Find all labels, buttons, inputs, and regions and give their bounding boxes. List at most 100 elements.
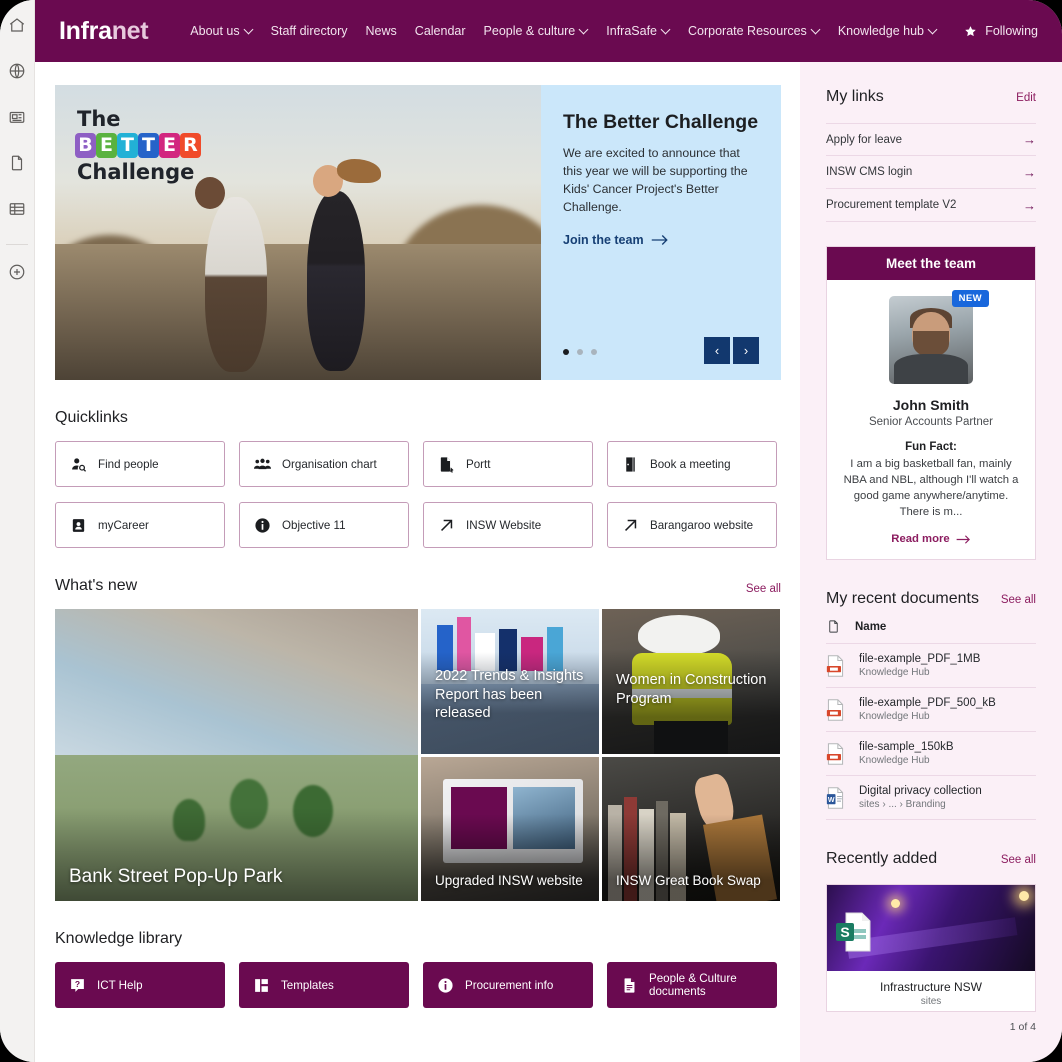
knowledge-link-procurement-info[interactable]: Procurement info <box>423 962 593 1008</box>
nav-item-news[interactable]: News <box>357 18 406 44</box>
word-file-icon: W <box>826 786 844 809</box>
quicklink-portt[interactable]: Portt <box>423 441 593 487</box>
following-label: Following <box>985 24 1038 38</box>
knowledge-link-label: ICT Help <box>97 978 143 992</box>
news-tile[interactable]: Upgraded INSW website <box>421 756 599 901</box>
globe-icon[interactable] <box>4 58 30 84</box>
document-name: file-sample_150kB <box>859 741 954 754</box>
carousel-prev-button[interactable]: ‹ <box>704 337 730 364</box>
nav-item-corporate-resources[interactable]: Corporate Resources <box>679 18 829 44</box>
nav-label: InfraSafe <box>606 24 657 38</box>
quicklink-insw-website[interactable]: INSW Website <box>423 502 593 548</box>
knowledge-link-ict-help[interactable]: ? ICT Help <box>55 962 225 1008</box>
hero-runner <box>205 197 267 372</box>
whats-new-column-2: 2022 Trends & Insights Report has been r… <box>421 609 599 901</box>
hero-runner <box>307 191 365 371</box>
better-challenge-logo: The B E T T E R Challenge <box>75 107 225 184</box>
knowledge-link-people-culture-documents[interactable]: People & Culture documents <box>607 962 777 1008</box>
external-link-icon <box>438 517 455 534</box>
my-links-edit-button[interactable]: Edit <box>1016 92 1036 104</box>
news-icon[interactable] <box>4 104 30 130</box>
knowledge-link-templates[interactable]: Templates <box>239 962 409 1008</box>
fun-fact-text: I am a big basketball fan, mainly NBA an… <box>843 458 1019 519</box>
meet-the-team-header: Meet the team <box>827 247 1035 280</box>
my-link-label: Procurement template V2 <box>826 199 957 211</box>
quicklink-book-a-meeting[interactable]: Book a meeting <box>607 441 777 487</box>
carousel-next-button[interactable]: › <box>733 337 759 364</box>
carousel-dot-2[interactable] <box>577 349 583 355</box>
news-tile-caption: 2022 Trends & Insights Report has been r… <box>435 668 584 722</box>
nav-item-people-culture[interactable]: People & culture <box>475 18 598 44</box>
whats-new-header: What's new See all <box>55 577 781 595</box>
home-icon[interactable] <box>4 12 30 38</box>
nav-label: About us <box>190 24 240 38</box>
document-row[interactable]: file-sample_150kB Knowledge Hub <box>826 732 1036 777</box>
logo-second: net <box>111 16 149 45</box>
svg-text:?: ? <box>75 978 80 988</box>
hero-image: The B E T T E R Challenge <box>55 85 541 380</box>
logo-letter: E <box>96 133 117 158</box>
site-logo[interactable]: Infranet <box>59 16 149 46</box>
nav-item-calendar[interactable]: Calendar <box>406 18 475 44</box>
document-row[interactable]: W Digital privacy collection sites › ... … <box>826 776 1036 821</box>
nav-item-staff-directory[interactable]: Staff directory <box>262 18 357 44</box>
pdf-file-icon <box>826 698 844 721</box>
quicklinks-title: Quicklinks <box>55 409 128 426</box>
logo-line-1: The <box>77 107 121 131</box>
quicklinks-header: Quicklinks <box>55 409 781 427</box>
news-tile[interactable]: 2022 Trends & Insights Report has been r… <box>421 609 599 754</box>
recent-documents-see-all[interactable]: See all <box>1001 594 1036 606</box>
recently-added-card[interactable]: S Infrastructure NSW sites <box>826 884 1036 1013</box>
document-icon[interactable] <box>4 150 30 176</box>
following-button[interactable]: Following <box>964 24 1038 38</box>
nav-item-knowledge-hub[interactable]: Knowledge hub <box>829 18 946 44</box>
news-tile-caption: Bank Street Pop-Up Park <box>69 865 283 887</box>
logo-first: Infra <box>59 16 112 45</box>
hero-panel: The Better Challenge We are excited to a… <box>541 85 781 380</box>
join-the-team-link[interactable]: Join the team <box>563 233 759 247</box>
hero-ground <box>55 244 541 380</box>
recently-added-thumbnail: S <box>827 885 1035 972</box>
nav-item-about-us[interactable]: About us <box>181 18 261 44</box>
news-tile[interactable]: Bank Street Pop-Up Park <box>55 609 418 901</box>
nav-item-infrasafe[interactable]: InfraSafe <box>597 18 679 44</box>
sharepoint-site-icon: S <box>836 912 871 952</box>
recently-added-name: Infrastructure NSW <box>879 980 983 995</box>
recently-added-pager: 1 of 4 <box>1009 1021 1036 1034</box>
news-tile[interactable]: INSW Great Book Swap <box>602 756 780 901</box>
quicklink-organisation-chart[interactable]: Organisation chart <box>239 441 409 487</box>
quicklink-label: myCareer <box>98 518 149 532</box>
meet-the-team-card: Meet the team NEW John Smith Senior Acco… <box>826 246 1036 561</box>
news-tile[interactable]: Women in Construction Program <box>602 609 780 754</box>
carousel-dot-1[interactable] <box>563 349 569 355</box>
chevron-down-icon <box>662 26 670 34</box>
read-more-link[interactable]: Read more <box>843 533 1019 545</box>
list-icon[interactable] <box>4 196 30 222</box>
carousel-dot-3[interactable] <box>591 349 597 355</box>
quicklink-label: INSW Website <box>466 518 542 532</box>
main-content: The B E T T E R Challenge The Better Cha… <box>35 62 800 1062</box>
my-link-item[interactable]: Procurement template V2 → <box>826 189 1036 222</box>
avatar <box>889 296 973 384</box>
fun-fact-label: Fun Fact: <box>905 441 957 453</box>
quicklink-mycareer[interactable]: myCareer <box>55 502 225 548</box>
recently-added-see-all[interactable]: See all <box>1001 854 1036 866</box>
quicklink-objective-11[interactable]: Objective 11 <box>239 502 409 548</box>
new-badge: NEW <box>951 290 989 307</box>
document-name: file-example_PDF_1MB <box>859 653 981 666</box>
document-row[interactable]: file-example_PDF_1MB Knowledge Hub <box>826 644 1036 689</box>
whats-new-see-all[interactable]: See all <box>746 583 781 595</box>
knowledge-library-grid: ? ICT Help Templates Procurement info Pe… <box>55 962 781 1008</box>
quicklink-barangaroo-website[interactable]: Barangaroo website <box>607 502 777 548</box>
recently-added-header: Recently added See all <box>826 850 1036 868</box>
hero-carousel: The B E T T E R Challenge The Better Cha… <box>55 85 781 380</box>
my-link-label: Apply for leave <box>826 133 903 146</box>
app-frame: Infranet About us Staff directory News C… <box>0 0 1062 1062</box>
quicklink-find-people[interactable]: Find people <box>55 441 225 487</box>
my-link-item[interactable]: INSW CMS login → <box>826 156 1036 189</box>
document-row[interactable]: file-example_PDF_500_kB Knowledge Hub <box>826 688 1036 733</box>
my-link-item[interactable]: Apply for leave → <box>826 123 1036 156</box>
svg-text:W: W <box>828 797 835 804</box>
carousel-dots <box>563 349 597 355</box>
plus-circle-icon[interactable] <box>4 259 30 285</box>
